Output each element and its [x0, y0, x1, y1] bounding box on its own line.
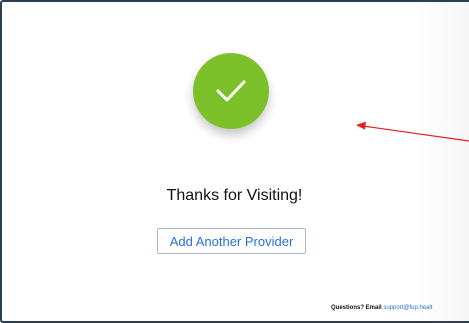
- footer-contact: Questions? Email support@fup.healt: [331, 305, 432, 311]
- right-edge-shade: [417, 2, 469, 321]
- footer-question-text: Questions? Email: [331, 305, 382, 311]
- add-another-provider-button[interactable]: Add Another Provider: [157, 228, 306, 254]
- page-frame: [0, 0, 469, 323]
- thanks-heading: Thanks for Visiting!: [166, 187, 303, 204]
- support-email-link[interactable]: support@fup.healt: [383, 305, 432, 311]
- check-circle-icon: [193, 53, 269, 129]
- checkmark-icon: [216, 80, 246, 102]
